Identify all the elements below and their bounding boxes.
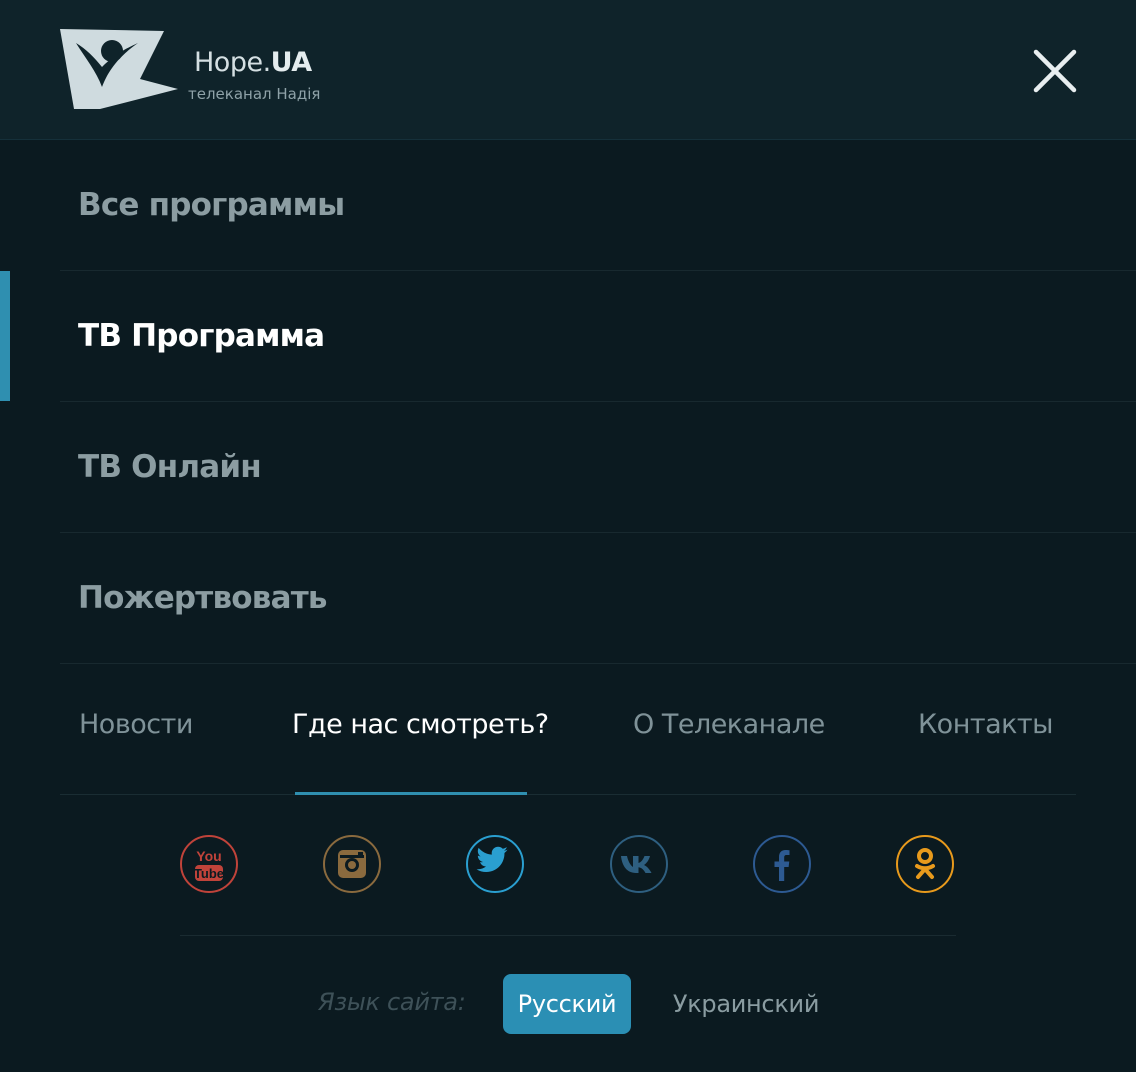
svg-text:Tube: Tube xyxy=(194,866,224,881)
instagram-icon xyxy=(338,850,366,878)
subnav-item-label: Контакты xyxy=(918,709,1053,740)
menu-item-all-programs[interactable]: Все программы xyxy=(60,140,1136,271)
menu-item-label: ТВ Программа xyxy=(78,318,325,354)
twitter-icon xyxy=(476,846,509,872)
youtube-icon: You Tube xyxy=(194,848,224,881)
menu-item-tv-online[interactable]: ТВ Онлайн xyxy=(60,402,1136,533)
language-switcher: Язык сайта: Русский Украинский xyxy=(0,936,1136,1072)
subnav-item-label: Где нас смотреть? xyxy=(292,709,549,740)
subnav-item-label: Новости xyxy=(79,709,193,740)
main-menu: Все программы ТВ Программа ТВ Онлайн Пож… xyxy=(0,140,1136,664)
vk-link[interactable] xyxy=(610,835,668,893)
odnoklassniki-link[interactable] xyxy=(896,835,954,893)
close-button[interactable] xyxy=(1030,46,1080,96)
close-icon xyxy=(1033,49,1077,93)
youtube-link[interactable]: You Tube xyxy=(180,835,238,893)
menu-item-label: Пожертвовать xyxy=(78,580,328,616)
secondary-nav: Новости Где нас смотреть? О Телеканале К… xyxy=(60,663,1076,795)
twitter-link[interactable] xyxy=(466,835,524,893)
menu-item-label: Все программы xyxy=(78,187,345,223)
svg-text:You: You xyxy=(196,848,221,864)
social-links: You Tube xyxy=(180,795,956,936)
odnoklassniki-icon xyxy=(915,848,935,879)
brand-name-main: Hope. xyxy=(194,47,271,78)
brand-subtitle: телеканал Надія xyxy=(188,85,321,103)
header: Hope.UA телеканал Надія xyxy=(0,0,1136,140)
instagram-link[interactable] xyxy=(323,835,381,893)
vk-icon xyxy=(621,856,652,873)
logo-mark-icon xyxy=(60,29,178,109)
menu-item-tv-schedule[interactable]: ТВ Программа xyxy=(60,271,1136,402)
subnav-item-label: О Телеканале xyxy=(633,709,825,740)
brand-name: Hope.UA xyxy=(194,47,312,78)
language-option-russian[interactable]: Русский xyxy=(503,974,631,1034)
menu-item-label: ТВ Онлайн xyxy=(78,449,262,485)
facebook-link[interactable] xyxy=(753,835,811,893)
logo[interactable]: Hope.UA телеканал Надія xyxy=(60,29,320,111)
brand-name-accent: UA xyxy=(270,47,313,78)
menu-item-donate[interactable]: Пожертвовать xyxy=(60,533,1136,664)
mobile-menu-page: Hope.UA телеканал Надія Все программы ТВ… xyxy=(0,0,1136,1072)
language-option-ukrainian[interactable]: Украинский xyxy=(668,974,824,1034)
facebook-icon xyxy=(774,850,790,881)
language-label: Язык сайта: xyxy=(318,988,466,1016)
